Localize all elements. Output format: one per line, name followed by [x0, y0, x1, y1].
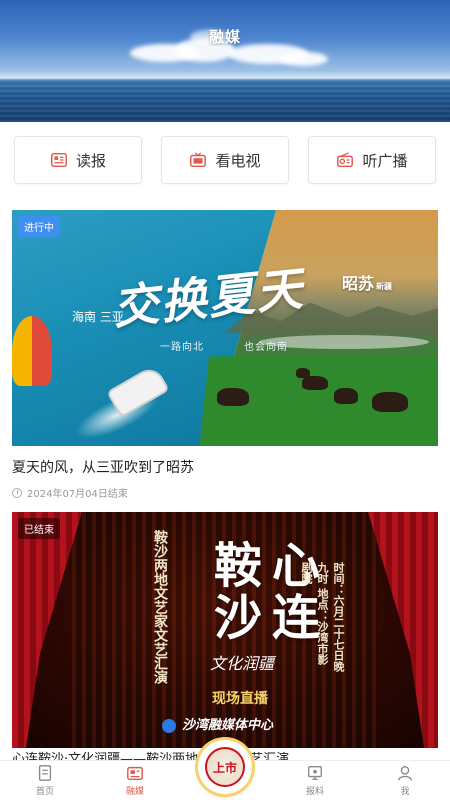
- event-poster: 海南 三亚 交换夏天 昭苏 新疆 一路向北 也会向南 进行中: [12, 210, 438, 446]
- listen-radio-button[interactable]: 听广播: [308, 136, 436, 184]
- media-button-label: 读报: [75, 151, 106, 170]
- event-title: 夏天的风，从三亚吹到了昭苏: [12, 460, 194, 476]
- poster-right-tagline: 也会向南: [244, 342, 288, 353]
- media-button-label: 看电视: [215, 151, 261, 170]
- poster-right-place: 昭苏 新疆: [342, 274, 393, 293]
- tab-report[interactable]: 报料: [270, 761, 360, 800]
- organizer: 沙湾融媒体中心: [162, 714, 273, 733]
- event-poster: 鞍沙两地文艺家文艺汇演 心连鞍沙 时间：六月二十七日晚九时 地点：沙湾市影剧院 …: [12, 512, 438, 748]
- tab-label: 我: [400, 787, 410, 797]
- report-icon: [308, 766, 322, 780]
- event-date: 2024年07月04日结束: [12, 485, 438, 500]
- event-card[interactable]: 海南 三亚 交换夏天 昭苏 新疆 一路向北 也会向南 进行中 夏天的风，从三亚吹到…: [12, 210, 438, 500]
- read-newspaper-button[interactable]: 读报: [14, 136, 142, 184]
- tab-home[interactable]: 首页: [0, 761, 90, 800]
- tab-label: 融媒: [125, 787, 144, 797]
- media-icon: [127, 766, 143, 781]
- center-action-label: 上市: [205, 747, 245, 787]
- status-badge: 进行中: [18, 216, 60, 237]
- clock-icon: [12, 487, 22, 498]
- tab-me[interactable]: 我: [360, 761, 450, 800]
- media-page: 融媒 读报 看电视 听广播 海南 三亚 交换夏天 昭苏 新疆 一路向北 也会向南…: [0, 0, 450, 800]
- event-card[interactable]: 鞍沙两地文艺家文艺汇演 心连鞍沙 时间：六月二十七日晚九时 地点：沙湾市影剧院 …: [12, 512, 438, 748]
- tab-label: 报料: [305, 787, 324, 797]
- status-badge: 已结束: [18, 518, 60, 539]
- home-icon: [38, 765, 52, 781]
- tab-label: 首页: [35, 787, 54, 797]
- center-action-button[interactable]: 上市: [198, 740, 252, 794]
- poster-left-column: 鞍沙两地文艺家文艺汇演: [152, 530, 168, 684]
- newspaper-icon: [51, 152, 67, 168]
- hero-title: 融媒: [208, 28, 241, 46]
- media-button-row: 读报 看电视 听广播: [14, 136, 436, 184]
- live-label: 现场直播: [212, 691, 268, 707]
- watch-tv-button[interactable]: 看电视: [161, 136, 289, 184]
- hero-banner: 融媒: [0, 0, 450, 122]
- radio-icon: [337, 152, 354, 168]
- tab-media[interactable]: 融媒: [90, 761, 180, 800]
- poster-subtitle: 文化润疆: [210, 654, 275, 673]
- user-icon: [398, 766, 412, 781]
- media-button-label: 听广播: [362, 151, 408, 170]
- parasail-image: [12, 316, 52, 386]
- poster-info-column: 时间：六月二十七日晚九时 地点：沙湾市影剧院: [300, 562, 345, 672]
- organizer-logo-icon: [162, 718, 176, 733]
- poster-left-tagline: 一路向北: [160, 342, 204, 353]
- tv-icon: [190, 152, 207, 168]
